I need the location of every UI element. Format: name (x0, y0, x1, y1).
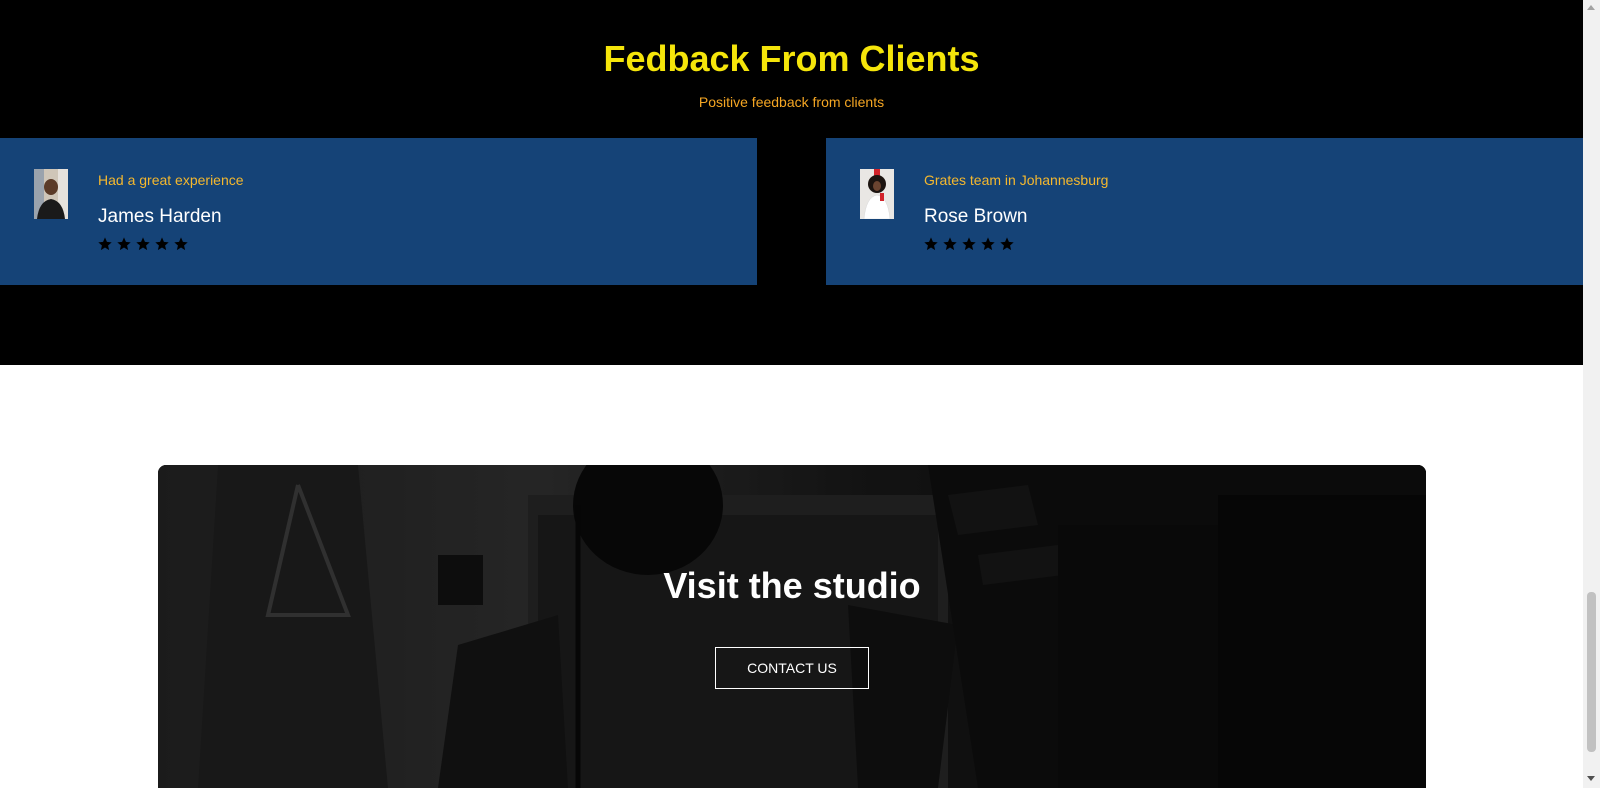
testimonial-quote: Grates team in Johannesburg (924, 172, 1109, 188)
scroll-up-arrow-icon[interactable] (1587, 5, 1595, 10)
contact-us-button[interactable]: CONTACT US (715, 647, 869, 689)
star-icon (962, 237, 976, 251)
section-spacer (0, 365, 1583, 465)
feedback-section: Fedback From Clients Positive feedback f… (0, 0, 1583, 365)
star-icon (117, 237, 131, 251)
star-icon (155, 237, 169, 251)
testimonial-card: Had a great experience James Harden (0, 138, 757, 285)
studio-title: Visit the studio (663, 565, 921, 606)
client-photo-icon (860, 169, 894, 219)
client-photo-icon (34, 169, 68, 219)
client-name: Rose Brown (924, 206, 1028, 227)
scroll-down-arrow-icon[interactable] (1587, 776, 1595, 781)
feedback-subtitle: Positive feedback from clients (698, 94, 885, 110)
star-icon (98, 237, 112, 251)
star-icon (981, 237, 995, 251)
client-name: James Harden (98, 206, 222, 227)
testimonial-quote: Had a great experience (98, 172, 244, 188)
star-icon (136, 237, 150, 251)
star-rating (923, 236, 1015, 252)
vertical-scrollbar[interactable] (1583, 0, 1600, 788)
star-icon (174, 237, 188, 251)
visit-studio-banner: Visit the studio CONTACT US (158, 465, 1426, 788)
feedback-title: Fedback From Clients (603, 38, 980, 79)
client-avatar (860, 169, 894, 219)
scrollbar-thumb[interactable] (1587, 592, 1596, 752)
star-icon (943, 237, 957, 251)
star-rating (97, 236, 189, 252)
star-icon (1000, 237, 1014, 251)
testimonial-card: Grates team in Johannesburg Rose Brown (826, 138, 1583, 285)
page: Fedback From Clients Positive feedback f… (0, 0, 1583, 788)
client-avatar (34, 169, 68, 219)
studio-background-image (158, 465, 1426, 788)
star-icon (924, 237, 938, 251)
